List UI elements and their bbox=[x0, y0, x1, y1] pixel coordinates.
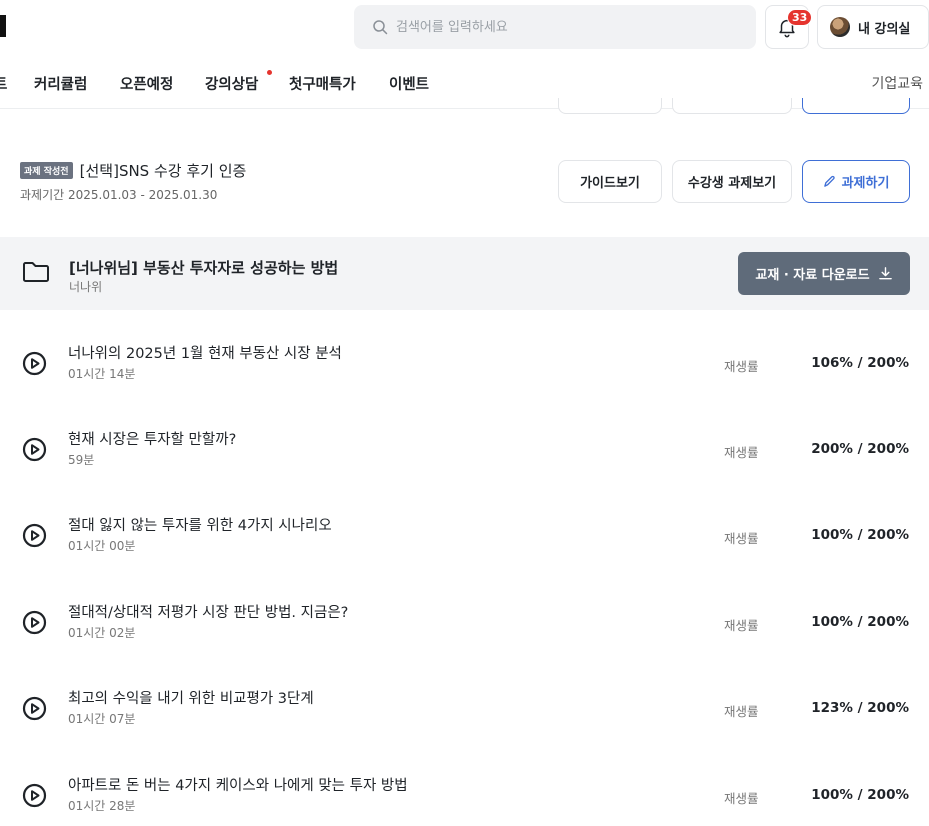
play-icon[interactable] bbox=[22, 351, 47, 376]
nav-item-enterprise[interactable]: 기업교육 bbox=[871, 73, 923, 93]
course-section-header: [너나위님] 부동산 투자자로 성공하는 방법 너나위 교재 · 자료 다운로드 bbox=[0, 237, 929, 310]
lecture-title[interactable]: 최고의 수익을 내기 위한 비교평가 3단계 bbox=[68, 687, 314, 708]
playback-rate-label: 재생률 bbox=[724, 531, 759, 546]
pencil-icon bbox=[823, 175, 835, 187]
playback-rate-value: 100% / 200% bbox=[811, 527, 909, 543]
lecture-duration: 01시간 07분 bbox=[68, 712, 136, 726]
notification-badge: 33 bbox=[787, 9, 813, 26]
lecture-title[interactable]: 너나위의 2025년 1월 현재 부동산 시장 분석 bbox=[68, 342, 342, 363]
play-icon[interactable] bbox=[22, 437, 47, 462]
folder-icon bbox=[23, 262, 49, 282]
main-nav: 트 커리큘럼 오픈예정 강의상담 첫구매특가 이벤트 기업교육 bbox=[0, 70, 929, 97]
download-materials-button[interactable]: 교재 · 자료 다운로드 bbox=[738, 252, 910, 295]
logo[interactable] bbox=[0, 15, 6, 37]
avatar bbox=[830, 17, 850, 37]
prev-do-button[interactable] bbox=[802, 98, 910, 114]
nav-item-upcoming[interactable]: 오픈예정 bbox=[120, 73, 173, 94]
lecture-duration: 01시간 02분 bbox=[68, 626, 136, 640]
playback-rate-label: 재생률 bbox=[724, 359, 759, 374]
assignment-period: 과제기간 2025.01.03 - 2025.01.30 bbox=[20, 188, 218, 202]
assignment-info: 과제 작성전 [선택]SNS 수강 후기 인증 과제기간 2025.01.03 … bbox=[20, 160, 246, 203]
playback-rate-value: 200% / 200% bbox=[811, 441, 909, 457]
lecture-row[interactable]: 절대적/상대적 저평가 시장 판단 방법. 지금은? 01시간 02분 재생률 100… bbox=[0, 597, 929, 667]
nav-item-curriculum[interactable]: 커리큘럼 bbox=[34, 73, 87, 94]
top-header: 33 내 강의실 트 커리큘럼 오픈예정 강의상담 첫구매특가 이벤트 기업교육 bbox=[0, 0, 929, 110]
course-title: [너나위님] 부동산 투자자로 성공하는 방법 bbox=[69, 259, 339, 277]
download-label: 교재 · 자료 다운로드 bbox=[755, 268, 870, 283]
assignment-title: [선택]SNS 수강 후기 인증 bbox=[79, 162, 247, 180]
lecture-row[interactable]: 현재 시장은 투자할 만할까? 59분 재생률 200% / 200% bbox=[0, 424, 929, 494]
playback-rate-value: 123% / 200% bbox=[811, 700, 909, 716]
playback-rate-value: 106% / 200% bbox=[811, 355, 909, 371]
view-assignments-button[interactable]: 수강생 과제보기 bbox=[672, 160, 792, 203]
prev-view-button[interactable] bbox=[672, 98, 792, 114]
lecture-row[interactable]: 최고의 수익을 내기 위한 비교평가 3단계 01시간 07분 재생률 123% / … bbox=[0, 683, 929, 753]
lecture-title[interactable]: 아파트로 돈 버는 4가지 케이스와 나에게 맞는 투자 방법 bbox=[68, 774, 408, 795]
instructor-name: 너나위 bbox=[69, 280, 103, 294]
nav-item-partial[interactable]: 트 bbox=[0, 73, 7, 94]
do-assignment-label: 과제하기 bbox=[841, 176, 890, 191]
playback-rate-label: 재생률 bbox=[724, 704, 759, 719]
my-classroom-button[interactable]: 내 강의실 bbox=[817, 5, 929, 49]
playback-rate-value: 100% / 200% bbox=[811, 614, 909, 630]
search-bar[interactable] bbox=[354, 5, 756, 49]
lecture-title[interactable]: 현재 시장은 투자할 만할까? bbox=[68, 428, 236, 449]
lecture-duration: 01시간 00분 bbox=[68, 539, 136, 553]
search-input[interactable] bbox=[396, 19, 716, 35]
search-icon bbox=[373, 20, 388, 35]
new-dot-icon bbox=[267, 70, 272, 75]
play-icon[interactable] bbox=[22, 523, 47, 548]
lecture-row[interactable]: 절대 잃지 않는 투자를 위한 4가지 시나리오 01시간 00분 재생률 100% … bbox=[0, 510, 929, 580]
play-icon[interactable] bbox=[22, 696, 47, 721]
do-assignment-button[interactable]: 과제하기 bbox=[802, 160, 910, 203]
download-icon bbox=[878, 267, 892, 280]
assignment-status-badge: 과제 작성전 bbox=[20, 162, 73, 179]
playback-rate-label: 재생률 bbox=[724, 791, 759, 806]
playback-rate-label: 재생률 bbox=[724, 445, 759, 460]
prev-guide-button[interactable] bbox=[558, 98, 662, 114]
nav-item-consulting[interactable]: 강의상담 bbox=[205, 73, 258, 94]
lecture-title[interactable]: 절대 잃지 않는 투자를 위한 4가지 시나리오 bbox=[68, 514, 332, 535]
guide-button[interactable]: 가이드보기 bbox=[558, 160, 662, 203]
lecture-row[interactable]: 너나위의 2025년 1월 현재 부동산 시장 분석 01시간 14분 재생률 106… bbox=[0, 338, 929, 408]
notification-button[interactable]: 33 bbox=[765, 5, 813, 49]
lecture-title[interactable]: 절대적/상대적 저평가 시장 판단 방법. 지금은? bbox=[68, 601, 348, 622]
my-classroom-label: 내 강의실 bbox=[858, 21, 911, 37]
play-icon[interactable] bbox=[22, 610, 47, 635]
play-icon[interactable] bbox=[22, 783, 47, 808]
lecture-row[interactable]: 아파트로 돈 버는 4가지 케이스와 나에게 맞는 투자 방법 01시간 28분 재… bbox=[0, 770, 929, 826]
lecture-duration: 59분 bbox=[68, 453, 95, 467]
nav-item-event[interactable]: 이벤트 bbox=[389, 73, 429, 94]
nav-item-first-purchase[interactable]: 첫구매특가 bbox=[289, 73, 356, 94]
playback-rate-label: 재생률 bbox=[724, 618, 759, 633]
lecture-duration: 01시간 14분 bbox=[68, 367, 136, 381]
playback-rate-value: 100% / 200% bbox=[811, 787, 909, 803]
lecture-duration: 01시간 28분 bbox=[68, 799, 136, 813]
